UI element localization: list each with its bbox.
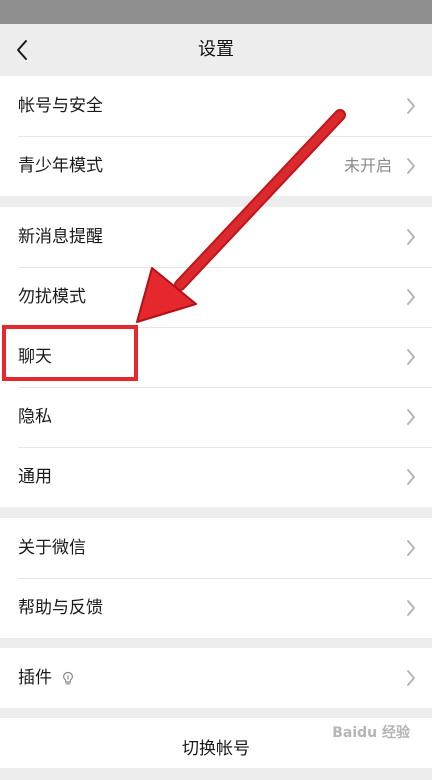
settings-item-general[interactable]: 通用 xyxy=(0,447,432,507)
chevron-right-icon xyxy=(406,229,416,245)
settings-group-general: 新消息提醒 勿扰模式 聊天 隐私 通用 xyxy=(0,207,432,507)
switch-account-label: 切换帐号 xyxy=(182,739,250,759)
chevron-right-icon xyxy=(406,670,416,686)
switch-account-button[interactable]: 切换帐号 xyxy=(0,718,432,768)
chevron-right-icon xyxy=(406,158,416,174)
settings-item-label: 关于微信 xyxy=(18,538,86,558)
settings-group-account: 帐号与安全 青少年模式 未开启 xyxy=(0,76,432,196)
settings-item-label: 帮助与反馈 xyxy=(18,598,103,618)
bulb-icon xyxy=(60,670,76,686)
settings-item-label: 聊天 xyxy=(18,347,52,367)
chevron-right-icon xyxy=(406,600,416,616)
settings-item-label: 青少年模式 xyxy=(18,156,103,176)
chevron-right-icon xyxy=(406,540,416,556)
settings-item-account-security[interactable]: 帐号与安全 xyxy=(0,76,432,136)
chevron-right-icon xyxy=(406,349,416,365)
settings-group-plugins: 插件 xyxy=(0,648,432,708)
settings-item-plugins[interactable]: 插件 xyxy=(0,648,432,708)
chevron-right-icon xyxy=(406,409,416,425)
status-bar xyxy=(0,0,432,24)
chevron-right-icon xyxy=(406,98,416,114)
settings-item-value: 未开启 xyxy=(343,156,392,175)
settings-item-chat[interactable]: 聊天 xyxy=(0,327,432,387)
settings-item-do-not-disturb[interactable]: 勿扰模式 xyxy=(0,267,432,327)
settings-item-label: 通用 xyxy=(18,467,52,487)
settings-item-label: 新消息提醒 xyxy=(18,227,103,247)
page-title: 设置 xyxy=(198,39,234,60)
chevron-right-icon xyxy=(406,289,416,305)
settings-item-notifications[interactable]: 新消息提醒 xyxy=(0,207,432,267)
settings-item-privacy[interactable]: 隐私 xyxy=(0,387,432,447)
settings-item-label: 插件 xyxy=(18,668,52,688)
settings-item-youth-mode[interactable]: 青少年模式 未开启 xyxy=(0,136,432,196)
settings-item-label: 勿扰模式 xyxy=(18,287,86,307)
chevron-right-icon xyxy=(406,469,416,485)
nav-bar: 设置 xyxy=(0,24,432,76)
settings-item-label: 隐私 xyxy=(18,407,52,427)
settings-item-label: 帐号与安全 xyxy=(18,96,103,116)
settings-item-help-feedback[interactable]: 帮助与反馈 xyxy=(0,578,432,638)
settings-item-about-wechat[interactable]: 关于微信 xyxy=(0,518,432,578)
settings-group-about: 关于微信 帮助与反馈 xyxy=(0,518,432,638)
